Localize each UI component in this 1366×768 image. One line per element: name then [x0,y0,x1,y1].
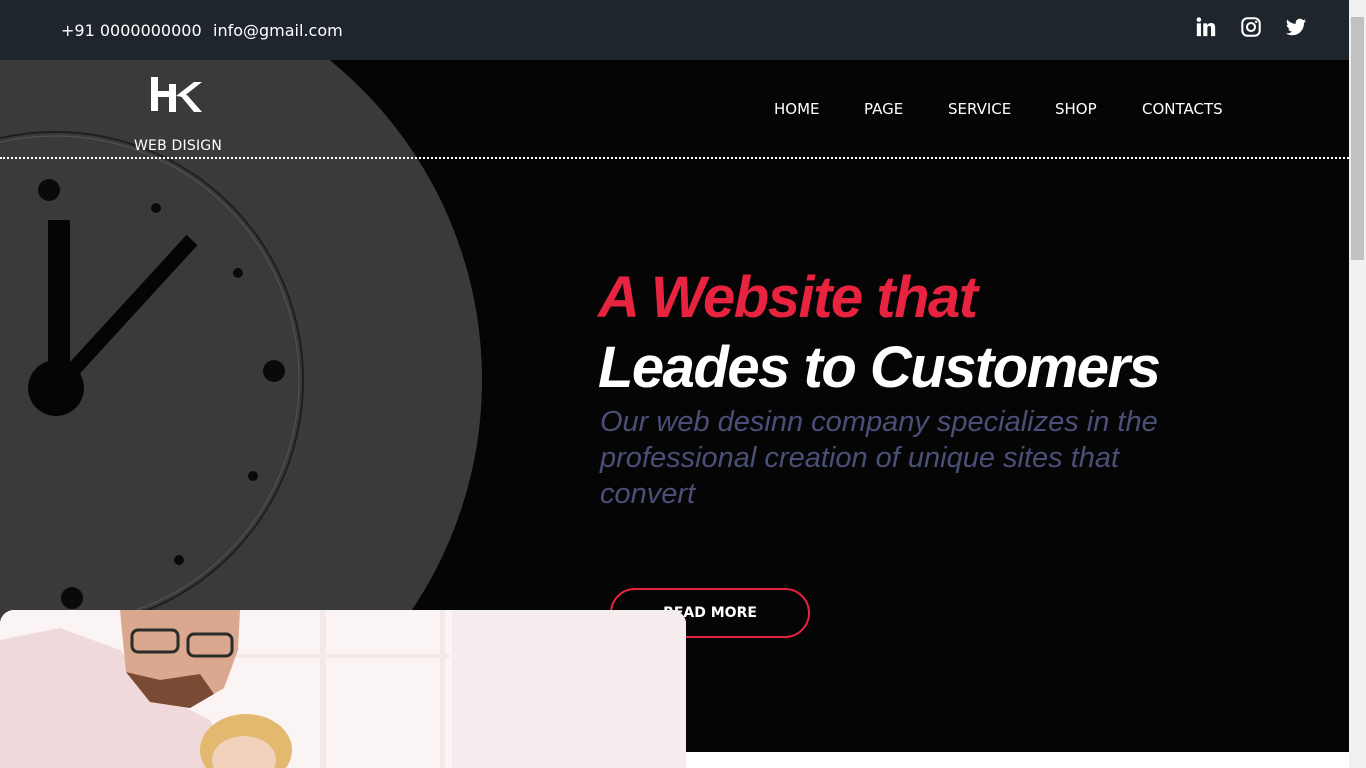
nav-home[interactable]: HOME [774,100,820,118]
instagram-icon[interactable] [1240,16,1262,38]
header-divider [0,157,1349,159]
hero-subtitle: Our web desinn company specializes in th… [600,406,1158,510]
hero-headline-line2: Leades to Customers [598,335,1161,400]
twitter-icon[interactable] [1285,16,1307,38]
nav-page[interactable]: PAGE [864,100,903,118]
page: +91 0000000000 info@gmail.com WEB DISIGN… [0,0,1366,768]
nav-service[interactable]: SERVICE [948,100,1011,118]
nav-shop[interactable]: SHOP [1055,100,1097,118]
team-photo [0,610,686,768]
top-bar: +91 0000000000 info@gmail.com [0,0,1349,60]
phone-number[interactable]: +91 0000000000 [61,21,202,40]
scrollbar-thumb[interactable] [1351,17,1364,260]
linkedin-icon[interactable] [1195,16,1217,38]
hero-headline-line1: A Website that [598,265,978,330]
logo-text[interactable]: WEB DISIGN [134,138,222,154]
nav-contacts[interactable]: CONTACTS [1142,100,1223,118]
logo-icon[interactable] [150,76,202,114]
email-address[interactable]: info@gmail.com [213,21,343,40]
